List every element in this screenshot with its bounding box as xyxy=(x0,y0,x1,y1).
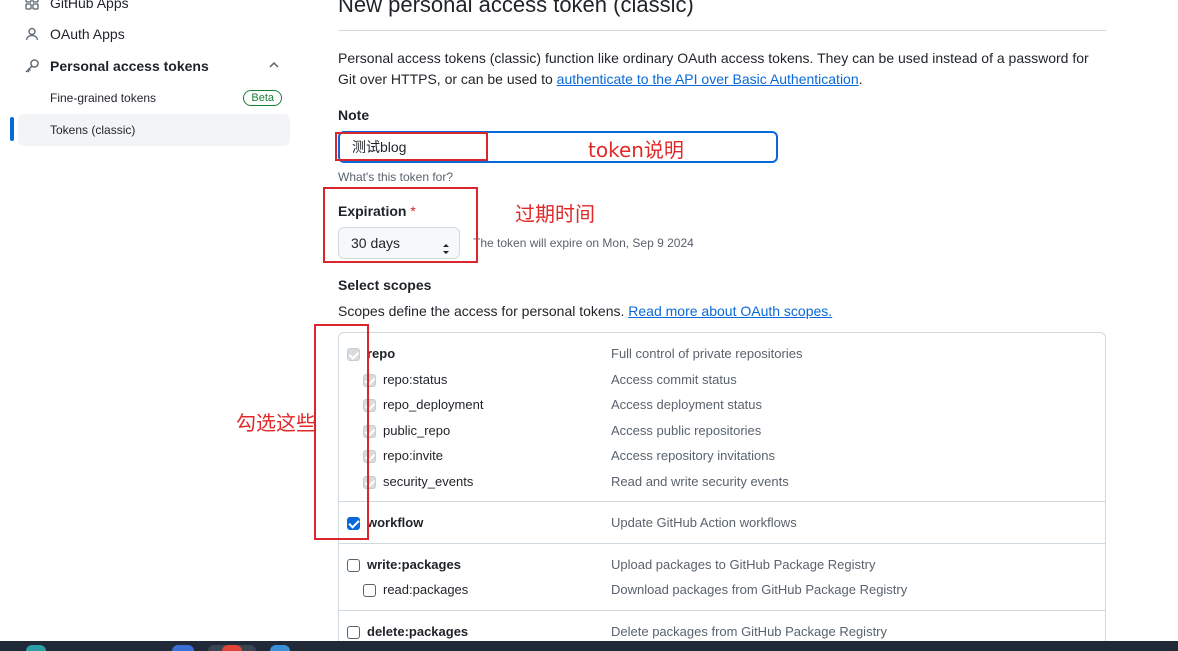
sidebar-item-label: Tokens (classic) xyxy=(50,123,136,137)
sidebar-item-github-apps[interactable]: GitHub Apps xyxy=(18,0,290,14)
active-indicator xyxy=(10,117,14,141)
scope-desc: Upload packages to GitHub Package Regist… xyxy=(611,557,876,572)
scope-name: security_events xyxy=(383,474,474,489)
person-icon xyxy=(24,26,40,42)
scope-row-repo-status: repo:status Access commit status xyxy=(338,370,1106,392)
scope-name: write:packages xyxy=(367,557,461,572)
scope-desc: Full control of private repositories xyxy=(611,346,803,361)
scope-name: delete:packages xyxy=(367,624,469,639)
sidebar-item-tokens-classic[interactable]: Tokens (classic) xyxy=(18,114,290,146)
annotation-box-scopes xyxy=(314,324,369,540)
sidebar-item-label: Fine-grained tokens xyxy=(50,91,157,105)
settings-sidebar: GitHub Apps OAuth Apps Personal access t… xyxy=(0,0,300,651)
scope-row-public-repo: public_repo Access public repositories xyxy=(338,421,1106,443)
annotation-check-these: 勾选这些 xyxy=(236,411,316,435)
scope-name: repo_deployment xyxy=(383,397,484,412)
scope-desc: Access commit status xyxy=(611,372,737,387)
scope-name: read:packages xyxy=(383,582,469,597)
scope-checkbox-write-packages[interactable] xyxy=(347,559,360,572)
scopes-label: Select scopes xyxy=(338,277,432,293)
scope-row-write-packages: write:packages Upload packages to GitHub… xyxy=(338,555,1106,577)
scope-desc: Delete packages from GitHub Package Regi… xyxy=(611,624,888,639)
note-label: Note xyxy=(338,107,370,123)
annotation-box-expiration xyxy=(323,187,478,263)
scope-desc: Update GitHub Action workflows xyxy=(611,515,797,530)
taskbar-app-icon[interactable] xyxy=(172,645,194,651)
sidebar-item-oauth-apps[interactable]: OAuth Apps xyxy=(18,23,290,45)
sidebar-item-label: GitHub Apps xyxy=(50,0,129,11)
title-divider xyxy=(338,30,1106,31)
scopes-desc-text: Scopes define the access for personal to… xyxy=(338,303,629,319)
scope-desc: Access repository invitations xyxy=(611,448,776,463)
scope-row-read-packages: read:packages Download packages from Git… xyxy=(338,580,1106,602)
scope-desc: Access deployment status xyxy=(611,397,763,412)
scope-row-workflow: workflow Update GitHub Action workflows xyxy=(338,513,1106,535)
scope-checkbox-delete-packages[interactable] xyxy=(347,626,360,639)
taskbar-app-icon[interactable] xyxy=(270,645,290,651)
basic-auth-link[interactable]: authenticate to the API over Basic Authe… xyxy=(557,71,859,87)
annotation-token-note: token说明 xyxy=(588,138,684,162)
scope-name: workflow xyxy=(367,515,424,530)
scope-name: repo:invite xyxy=(383,448,443,463)
scope-desc: Read and write security events xyxy=(611,474,789,489)
oauth-scopes-link[interactable]: Read more about OAuth scopes. xyxy=(628,303,832,319)
scope-checkbox-read-packages[interactable] xyxy=(363,584,376,597)
expiration-note: The token will expire on Mon, Sep 9 2024 xyxy=(473,236,694,250)
scopes-description: Scopes define the access for personal to… xyxy=(338,303,832,319)
scope-group-divider xyxy=(339,610,1105,611)
scope-row-security-events: security_events Read and write security … xyxy=(338,472,1106,494)
intro-end: . xyxy=(858,71,863,87)
annotation-box-note xyxy=(335,132,488,161)
scope-group-divider xyxy=(339,543,1105,544)
annotation-expiration: 过期时间 xyxy=(515,202,595,226)
scope-name: repo:status xyxy=(383,372,448,387)
scope-row-repo-deployment: repo_deployment Access deployment status xyxy=(338,395,1106,417)
sidebar-item-label: Personal access tokens xyxy=(50,58,209,74)
key-icon xyxy=(24,58,40,74)
scope-desc: Download packages from GitHub Package Re… xyxy=(611,582,908,597)
chevron-up-icon[interactable] xyxy=(268,58,280,74)
scope-row-repo: repo Full control of private repositorie… xyxy=(338,344,1106,366)
beta-badge: Beta xyxy=(243,90,282,106)
page-title: New personal access token (classic) xyxy=(338,0,694,17)
browser-icon[interactable] xyxy=(222,645,242,651)
scope-desc: Access public repositories xyxy=(611,423,762,438)
sidebar-item-label: OAuth Apps xyxy=(50,26,125,42)
sidebar-item-fine-grained-tokens[interactable]: Fine-grained tokens Beta xyxy=(18,82,290,114)
scope-row-repo-invite: repo:invite Access repository invitation… xyxy=(338,446,1106,468)
apps-grid-icon xyxy=(24,0,40,11)
scope-group-divider xyxy=(339,501,1105,502)
intro-paragraph: Personal access tokens (classic) functio… xyxy=(338,48,1106,90)
taskbar-app-icon[interactable] xyxy=(26,645,46,651)
sidebar-item-personal-access-tokens[interactable]: Personal access tokens xyxy=(18,55,290,77)
note-hint: What's this token for? xyxy=(338,170,454,184)
scope-name: public_repo xyxy=(383,423,451,438)
scope-name: repo xyxy=(367,346,396,361)
